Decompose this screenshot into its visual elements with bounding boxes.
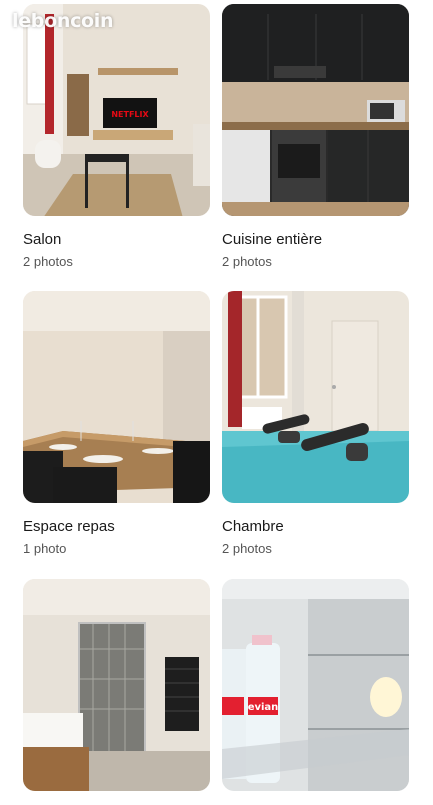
evian-label: evian xyxy=(248,702,279,713)
room-card-chambre[interactable]: Chambre 2 photos xyxy=(222,291,409,558)
room-photo-count: 2 photos xyxy=(222,541,272,556)
room-title: Chambre xyxy=(222,518,284,535)
room-title: Cuisine entière xyxy=(222,231,323,248)
bathroom-photo[interactable] xyxy=(23,579,210,791)
espace-repas-photo[interactable] xyxy=(23,291,210,503)
room-card-espace-repas[interactable]: Espace repas 1 photo xyxy=(23,291,210,558)
chambre-photo[interactable] xyxy=(222,291,409,503)
salon-photo[interactable]: NETFLIX xyxy=(23,4,210,216)
room-card-cuisine[interactable]: Cuisine entière 2 photos xyxy=(222,4,409,271)
room-card-bathroom[interactable] xyxy=(23,579,210,805)
room-title: Salon xyxy=(23,231,62,248)
room-card-fridge[interactable]: evian xyxy=(222,579,409,805)
fridge-photo[interactable]: evian xyxy=(222,579,409,791)
leboncoin-watermark: leboncoin xyxy=(12,10,114,32)
room-photo-count: 2 photos xyxy=(23,254,73,269)
room-photo-count: 2 photos xyxy=(222,254,272,269)
netflix-logo: NETFLIX xyxy=(111,110,149,119)
room-title: Espace repas xyxy=(23,518,115,535)
room-card-salon[interactable]: NETFLIX Salon 2 photos xyxy=(23,4,210,271)
room-photo-count: 1 photo xyxy=(23,541,67,556)
room-photo-grid: NETFLIX Salon 2 photos Cuisine entière 2… xyxy=(0,0,433,800)
cuisine-photo[interactable] xyxy=(222,4,409,216)
